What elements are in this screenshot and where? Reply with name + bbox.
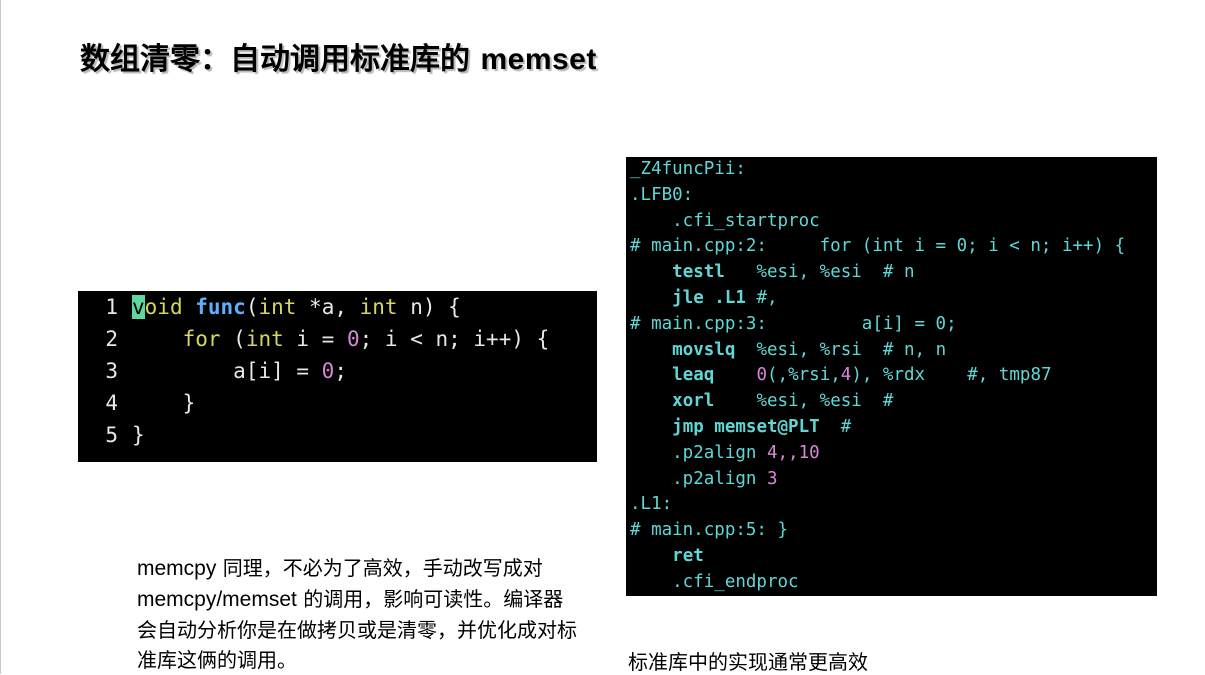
code-token: for bbox=[183, 327, 221, 351]
source-code-panel: 1void func(int *a, int n) { 2 for (int i… bbox=[78, 291, 597, 462]
asm-directive: .cfi_endproc bbox=[630, 572, 799, 592]
asm-label: _Z4funcPii: bbox=[630, 159, 746, 179]
code-indent bbox=[132, 359, 233, 383]
code-token: ; bbox=[334, 359, 347, 383]
inline-code: memcpy bbox=[137, 557, 216, 580]
asm-number: 3 bbox=[767, 469, 778, 489]
code-token: a[i] = bbox=[233, 359, 322, 383]
code-token: int bbox=[360, 295, 398, 319]
asm-operand: %esi, %rsi bbox=[735, 340, 861, 360]
code-token: func bbox=[195, 295, 246, 319]
code-token: ( bbox=[221, 327, 246, 351]
asm-comment: # bbox=[862, 391, 894, 411]
line-number: 2 bbox=[78, 323, 118, 355]
asm-operand: ), %rdx bbox=[851, 365, 925, 385]
asm-line: .LFB0: bbox=[630, 183, 1157, 209]
explanation-paragraph: memcpy 同理，不必为了高效，手动改写成对 memcpy/memset 的调… bbox=[137, 553, 577, 675]
code-token: n) { bbox=[398, 295, 461, 319]
code-line: 4 } bbox=[78, 387, 597, 419]
asm-opcode: leaq bbox=[672, 365, 714, 385]
assembly-caption: 标准库中的实现通常更高效 bbox=[628, 646, 868, 675]
asm-comment: # main.cpp:5: } bbox=[630, 520, 788, 540]
asm-line: .p2align 4,,10 bbox=[630, 441, 1157, 467]
code-token: 0 bbox=[347, 327, 360, 351]
code-token: int bbox=[246, 327, 284, 351]
asm-opcode: xorl bbox=[672, 391, 714, 411]
code-token: oid bbox=[145, 295, 196, 319]
asm-line: .cfi_startproc bbox=[630, 209, 1157, 235]
code-token: } bbox=[132, 423, 145, 447]
asm-opcode: jle .L1 bbox=[672, 288, 746, 308]
asm-line: movslq %esi, %rsi # n, n bbox=[630, 338, 1157, 364]
line-number: 1 bbox=[78, 291, 118, 323]
asm-line: ret bbox=[630, 544, 1157, 570]
code-line: 5} bbox=[78, 419, 597, 451]
slide-title: 数组清零：自动调用标准库的 memset bbox=[80, 34, 597, 78]
asm-line: # main.cpp:2: for (int i = 0; i < n; i++… bbox=[630, 234, 1157, 260]
asm-number: 4 bbox=[841, 365, 852, 385]
asm-comment: # main.cpp:3: a[i] = 0; bbox=[630, 314, 957, 334]
line-number: 3 bbox=[78, 355, 118, 387]
asm-line: jle .L1 #, bbox=[630, 286, 1157, 312]
asm-directive: .p2align bbox=[630, 443, 767, 463]
asm-line: leaq 0(,%rsi,4), %rdx #, tmp87 bbox=[630, 363, 1157, 389]
code-token: *a, bbox=[296, 295, 359, 319]
asm-opcode: jmp memset@PLT bbox=[672, 417, 820, 437]
asm-line: .cfi_endproc bbox=[630, 570, 1157, 596]
asm-comment: # bbox=[820, 417, 852, 437]
assembly-panel: _Z4funcPii: .LFB0: .cfi_startproc # main… bbox=[626, 157, 1157, 596]
asm-directive: .cfi_startproc bbox=[630, 211, 820, 231]
line-number: 5 bbox=[78, 419, 118, 451]
editor-cursor: v bbox=[132, 295, 145, 319]
asm-opcode: testl bbox=[672, 262, 725, 282]
code-token: ; i < n; i++) { bbox=[360, 327, 550, 351]
asm-operand: %esi, %esi bbox=[725, 262, 862, 282]
code-line: 3 a[i] = 0; bbox=[78, 355, 597, 387]
asm-number: 0 bbox=[756, 365, 767, 385]
code-line: 1void func(int *a, int n) { bbox=[78, 291, 597, 323]
paragraph-text: 同理，不必为了高效，手动改写成对 bbox=[216, 556, 542, 580]
code-token: i = bbox=[284, 327, 347, 351]
asm-operand: %esi, %esi bbox=[714, 391, 862, 411]
asm-label: .L1: bbox=[630, 494, 672, 514]
code-indent bbox=[132, 327, 183, 351]
asm-line: .L1: bbox=[630, 492, 1157, 518]
asm-comment: # n bbox=[862, 262, 915, 282]
asm-line: jmp memset@PLT # bbox=[630, 415, 1157, 441]
asm-comment: # main.cpp:2: for (int i = 0; i < n; i++… bbox=[630, 236, 1125, 256]
asm-line: # main.cpp:5: } bbox=[630, 518, 1157, 544]
line-number: 4 bbox=[78, 387, 118, 419]
title-code: memset bbox=[480, 43, 596, 76]
asm-line: # main.cpp:3: a[i] = 0; bbox=[630, 312, 1157, 338]
asm-number: 4,,10 bbox=[767, 443, 820, 463]
asm-line: .p2align 3 bbox=[630, 467, 1157, 493]
code-token: 0 bbox=[322, 359, 335, 383]
asm-opcode: ret bbox=[672, 546, 704, 566]
asm-opcode: movslq bbox=[672, 340, 735, 360]
code-token: int bbox=[258, 295, 296, 319]
asm-line: _Z4funcPii: bbox=[630, 157, 1157, 183]
inline-code: memcpy/memset bbox=[137, 588, 297, 611]
asm-comment: # n, n bbox=[862, 340, 946, 360]
code-token: } bbox=[183, 391, 196, 415]
asm-line: xorl %esi, %esi # bbox=[630, 389, 1157, 415]
asm-label: .LFB0: bbox=[630, 185, 693, 205]
code-token: ( bbox=[246, 295, 259, 319]
asm-comment: #, bbox=[746, 288, 778, 308]
asm-directive: .p2align bbox=[630, 469, 767, 489]
slide-left-border bbox=[0, 0, 1, 674]
code-indent bbox=[132, 391, 183, 415]
asm-comment: #, tmp87 bbox=[925, 365, 1051, 385]
title-chinese: 数组清零：自动调用标准库的 bbox=[80, 42, 470, 77]
asm-operand: (,%rsi, bbox=[767, 365, 841, 385]
code-line: 2 for (int i = 0; i < n; i++) { bbox=[78, 323, 597, 355]
asm-line: testl %esi, %esi # n bbox=[630, 260, 1157, 286]
